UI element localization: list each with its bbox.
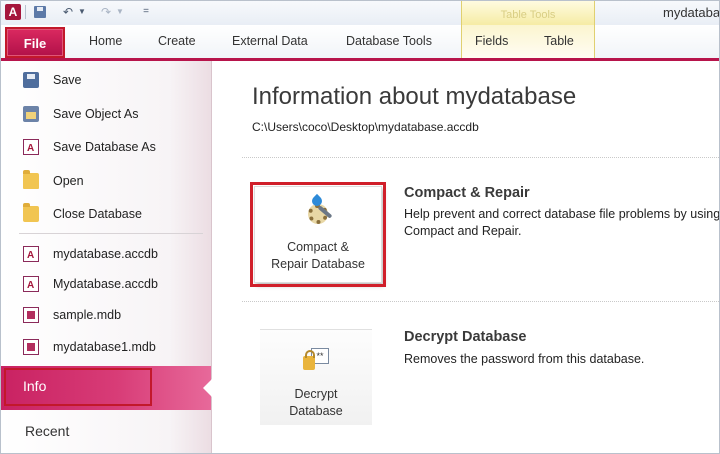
recent-file-label: Mydatabase.accdb: [53, 277, 158, 291]
nav-recent[interactable]: Recent: [25, 423, 69, 439]
page-title: Information about mydatabase: [252, 83, 577, 110]
recent-file-label: mydatabase.accdb: [53, 247, 158, 261]
window-title: mydatabase: [663, 5, 720, 20]
decrypt-database-button[interactable]: ** Decrypt Database: [260, 329, 372, 425]
title-bar: A ↶ ▼ ↷ ▼ = Table Tools mydatabase: [1, 1, 720, 29]
decrypt-database-heading: Decrypt Database: [404, 329, 527, 345]
undo-button[interactable]: ↶: [59, 4, 77, 20]
nav-open[interactable]: Open: [23, 170, 203, 192]
nav-save-database-as[interactable]: Save Database As: [23, 136, 203, 160]
tab-file[interactable]: File: [5, 27, 65, 58]
separator: [19, 233, 203, 234]
recent-file-item[interactable]: mydatabase1.mdb: [23, 336, 203, 358]
tab-create[interactable]: Create: [158, 34, 196, 48]
close-database-icon: [23, 203, 39, 222]
decrypt-database-icon: **: [301, 344, 331, 374]
ribbon-tab-bar: File Home Create External Data Database …: [1, 25, 719, 61]
compact-repair-heading: Compact & Repair: [404, 185, 530, 201]
access-app-icon[interactable]: A: [5, 4, 21, 20]
separator: [25, 5, 26, 19]
info-panel: Information about mydatabase C:\Users\co…: [212, 61, 719, 453]
recent-file-label: mydatabase1.mdb: [53, 340, 156, 354]
nav-close-database[interactable]: Close Database: [23, 203, 203, 225]
decrypt-database-description: Removes the password from this database.: [404, 352, 645, 366]
decrypt-database-button-label: Decrypt Database: [289, 387, 343, 418]
access-window: A ↶ ▼ ↷ ▼ = Table Tools mydatabase File …: [0, 0, 720, 454]
redo-dropdown-icon[interactable]: ▼: [115, 4, 125, 20]
save-object-icon: [23, 106, 39, 122]
customize-quick-access-icon[interactable]: =: [139, 4, 153, 20]
tab-table[interactable]: Table: [544, 34, 574, 48]
tab-fields[interactable]: Fields: [475, 34, 508, 48]
file-path: C:\Users\coco\Desktop\mydatabase.accdb: [252, 120, 479, 134]
backstage-nav: Save Save Object As Save Database As Ope…: [1, 61, 212, 453]
recent-file-item[interactable]: mydatabase.accdb: [23, 243, 203, 267]
redo-button[interactable]: ↷: [97, 4, 115, 20]
nav-save-database-as-label: Save Database As: [53, 140, 156, 154]
compact-repair-icon: [303, 193, 333, 226]
nav-save-object-as-label: Save Object As: [53, 107, 139, 121]
recent-file-item[interactable]: sample.mdb: [23, 304, 203, 326]
nav-save-object-as[interactable]: Save Object As: [23, 103, 203, 125]
nav-open-label: Open: [53, 174, 84, 188]
tab-home[interactable]: Home: [89, 34, 122, 48]
mdb-file-icon: [23, 339, 39, 355]
tab-external-data[interactable]: External Data: [232, 34, 308, 48]
recent-file-label: sample.mdb: [53, 308, 122, 322]
recent-file-item[interactable]: Mydatabase.accdb: [23, 273, 203, 297]
compact-repair-button[interactable]: Compact & Repair Database: [250, 182, 386, 287]
accdb-file-icon: [23, 245, 39, 267]
accdb-file-icon: [23, 275, 39, 297]
open-folder-icon: [23, 170, 39, 189]
save-icon: [23, 72, 39, 88]
save-database-icon: [23, 138, 39, 160]
tab-database-tools[interactable]: Database Tools: [346, 34, 432, 48]
nav-info[interactable]: Info: [1, 366, 212, 410]
undo-dropdown-icon[interactable]: ▼: [77, 4, 87, 20]
save-icon: [34, 6, 46, 18]
divider: [242, 157, 719, 158]
nav-save[interactable]: Save: [23, 69, 203, 91]
nav-close-database-label: Close Database: [53, 207, 142, 221]
compact-repair-description: Help prevent and correct database file p…: [404, 207, 720, 238]
quick-save-button[interactable]: [32, 4, 48, 20]
divider: [242, 301, 719, 302]
nav-save-label: Save: [53, 73, 82, 87]
nav-info-label: Info: [23, 378, 47, 394]
mdb-file-icon: [23, 307, 39, 323]
compact-repair-button-label: Compact & Repair Database: [271, 240, 365, 271]
